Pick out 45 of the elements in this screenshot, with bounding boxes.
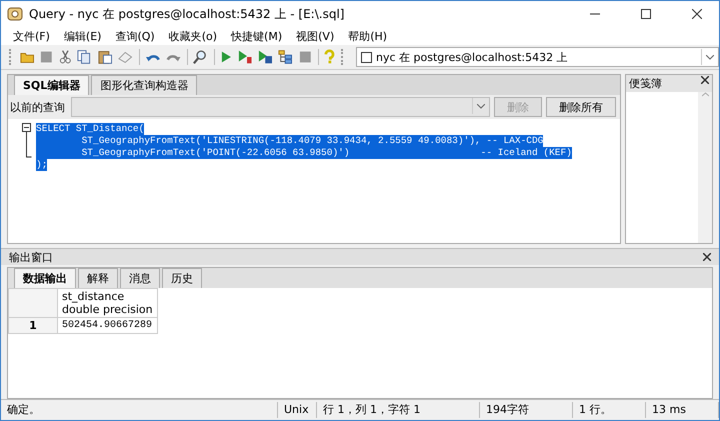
tree-icon[interactable] — [278, 49, 293, 65]
output-tab[interactable]: 数据输出 — [14, 268, 76, 288]
maximize-icon[interactable] — [640, 9, 650, 19]
output-tab[interactable]: 历史 — [162, 268, 202, 288]
scissors-icon[interactable] — [58, 49, 72, 65]
menu-item[interactable]: 视图(V) — [290, 28, 340, 44]
status-text: 194字符 — [480, 402, 573, 418]
play-icon[interactable] — [220, 50, 232, 64]
chevron-down-icon[interactable] — [477, 104, 485, 108]
search-icon[interactable] — [193, 49, 208, 65]
close-icon[interactable] — [701, 76, 709, 84]
close-icon[interactable] — [692, 9, 702, 19]
status-text: Unix — [278, 402, 317, 418]
app-icon — [7, 6, 23, 22]
output-tab[interactable]: 消息 — [120, 268, 160, 288]
menu-item[interactable]: 快捷键(M) — [225, 28, 288, 44]
fold-marker-icon[interactable] — [22, 123, 32, 159]
chevron-down-icon[interactable] — [706, 54, 714, 60]
menu-item[interactable]: 编辑(E) — [58, 28, 108, 44]
scrollbar[interactable] — [698, 92, 712, 243]
status-text: 1 行。 — [573, 402, 646, 418]
play-save-icon[interactable] — [258, 49, 272, 65]
play-script-icon[interactable] — [238, 49, 252, 65]
menu-item[interactable]: 收藏夹(o) — [162, 28, 224, 44]
previous-queries-label: 以前的查询 — [9, 100, 66, 114]
status-text: 13 ms — [646, 402, 719, 418]
scratch-pad-title: 便笺簿 — [629, 76, 662, 91]
status-text: 行 1，列 1，字符 1 — [317, 402, 480, 418]
menu-item[interactable]: 文件(F) — [7, 28, 56, 44]
clipboard-icon[interactable] — [98, 49, 112, 65]
status-text: 确定。 — [1, 402, 278, 418]
menu-item[interactable]: 查询(Q) — [109, 28, 161, 44]
delete-all-button[interactable]: 删除所有 — [546, 97, 616, 117]
output-tab[interactable]: 解释 — [78, 268, 118, 288]
row-number: 1 — [8, 318, 58, 334]
table-cell: 502454.90667289 — [58, 318, 158, 334]
column-header[interactable]: st_distance double precision — [58, 288, 158, 318]
window-title: Query - nyc 在 postgres@localhost:5432 上 - [E:\.sql] — [29, 6, 346, 22]
menu-item[interactable]: 帮助(H) — [342, 28, 394, 44]
editor-tab[interactable]: SQL编辑器 — [14, 75, 90, 95]
close-icon[interactable] — [703, 253, 711, 261]
output-window-title: 输出窗口 — [9, 250, 53, 264]
editor-tab[interactable]: 图形化查询构造器 — [91, 75, 198, 95]
connection-dropdown[interactable]: nyc 在 postgres@localhost:5432 上 — [356, 47, 719, 67]
copy-icon[interactable] — [77, 49, 92, 65]
